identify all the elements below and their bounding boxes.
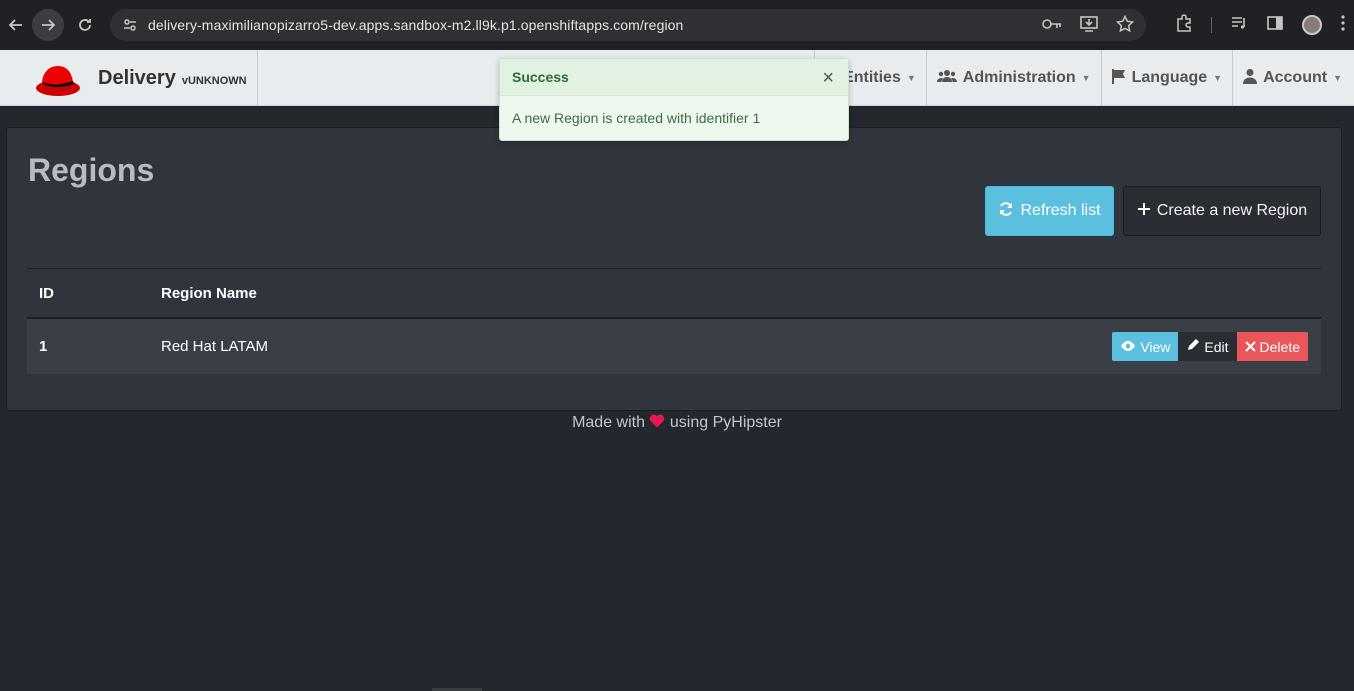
header-id[interactable]: ID [27,285,161,302]
nav-account-label: Account [1263,69,1328,86]
redhat-logo [36,66,80,96]
users-icon [936,69,957,88]
back-icon[interactable] [0,9,32,41]
caret-down-icon: ▼ [1333,73,1342,83]
brand-title: Delivery [98,66,176,89]
sync-icon [998,201,1014,222]
toast-message: A new Region is created with identifier … [512,110,761,126]
refresh-list-button[interactable]: Refresh list [985,186,1114,236]
toolbar-divider [1211,17,1212,33]
regions-card: Regions Refresh list Create a new Region… [6,127,1342,411]
regions-table: ID Region Name 1 Red Hat LATAM View Edit [27,268,1321,374]
site-settings-icon[interactable] [120,15,140,35]
table-row: 1 Red Hat LATAM View Edit Delete [27,319,1321,374]
key-icon[interactable] [1042,17,1062,34]
row-actions: View Edit Delete [1112,332,1308,361]
header-region-name[interactable]: Region Name [161,285,1321,302]
eye-icon [1120,339,1136,355]
view-label: View [1140,338,1171,355]
pencil-icon [1186,338,1200,355]
profile-avatar[interactable] [1302,15,1322,35]
plus-icon [1137,202,1151,221]
nav-administration-label: Administration [962,69,1076,86]
caret-down-icon: ▼ [1081,73,1091,83]
toast-header: Success [500,59,848,96]
flag-icon [1111,68,1126,89]
user-icon [1243,68,1258,89]
create-region-button[interactable]: Create a new Region [1123,186,1321,236]
media-icon[interactable] [1230,14,1248,37]
nav-administration[interactable]: Administration ▼ [925,50,1101,106]
nav-entities-label: Entities [843,69,901,86]
refresh-list-label: Refresh list [1020,202,1101,219]
menu-icon[interactable] [1340,14,1346,37]
star-icon[interactable] [1115,14,1135,36]
caret-down-icon: ▼ [906,73,916,83]
row-id[interactable]: 1 [27,338,161,355]
table-header: ID Region Name [27,269,1321,319]
extensions-icon[interactable] [1175,13,1193,37]
create-region-label: Create a new Region [1156,202,1308,219]
footer-text-before: Made with [572,414,645,431]
install-icon[interactable] [1080,15,1098,36]
edit-label: Edit [1204,338,1229,355]
nav-language[interactable]: Language ▼ [1100,50,1232,106]
sidepanel-icon[interactable] [1266,14,1284,37]
nav-menu: Entities ▼ Administration ▼ Language ▼ A… [814,50,1354,106]
edit-button[interactable]: Edit [1178,332,1237,361]
success-toast: Success × A new Region is created with i… [499,58,849,141]
times-icon [1244,339,1256,355]
brand-version: vUNKNOWN [181,74,247,87]
address-bar[interactable]: delivery-maximilianopizarro5-dev.apps.sa… [110,9,1146,41]
close-icon[interactable]: × [822,67,834,90]
brand-link[interactable]: Delivery vUNKNOWN [0,50,258,106]
footer: Made with using PyHipster [0,414,1354,432]
heart-icon [649,414,669,431]
footer-text-after: using PyHipster [669,414,782,431]
nav-account[interactable]: Account ▼ [1232,50,1354,106]
toast-title: Success [512,69,569,85]
view-button[interactable]: View [1112,332,1179,361]
delete-label: Delete [1259,338,1300,355]
url-text[interactable]: delivery-maximilianopizarro5-dev.apps.sa… [148,17,683,33]
page-title: Regions [28,152,155,188]
caret-down-icon: ▼ [1213,73,1223,83]
delete-button[interactable]: Delete [1236,332,1308,361]
nav-language-label: Language [1131,69,1208,86]
reload-icon[interactable] [69,9,101,41]
forward-icon[interactable] [32,9,64,41]
browser-toolbar: delivery-maximilianopizarro5-dev.apps.sa… [0,0,1354,50]
